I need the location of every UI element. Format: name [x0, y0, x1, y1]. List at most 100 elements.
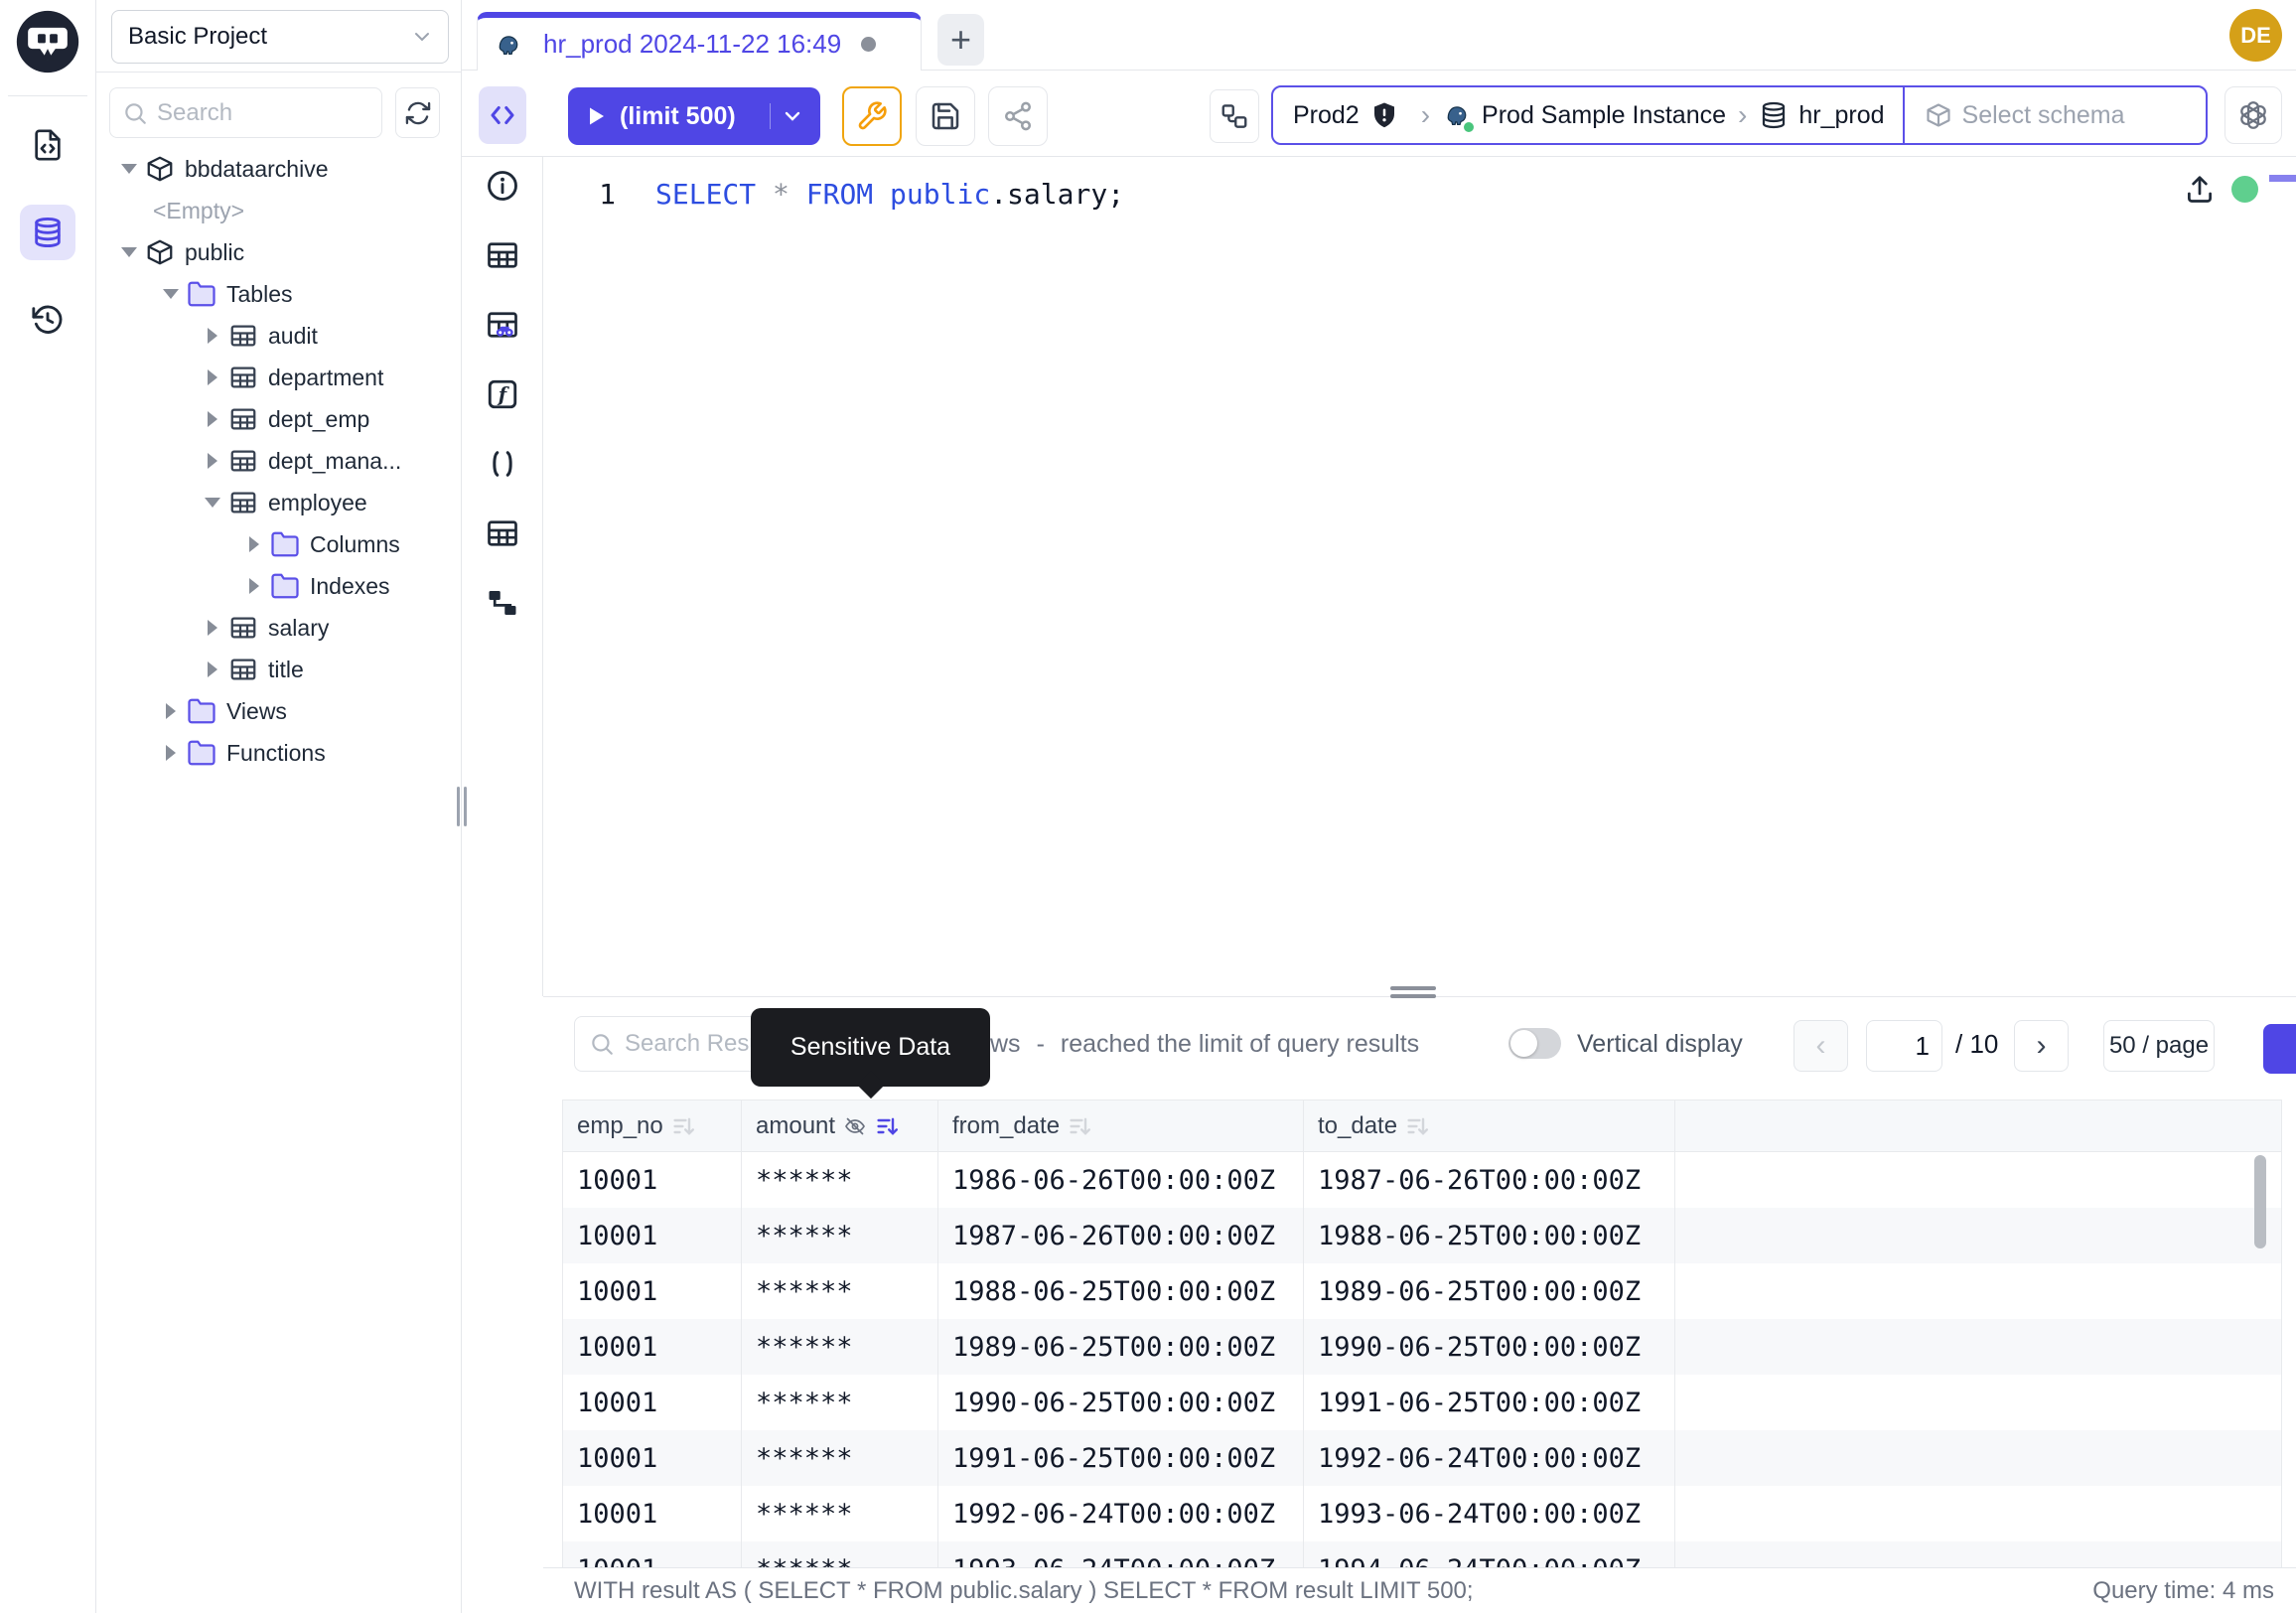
- sql-statement[interactable]: SELECT * FROM public.salary;: [655, 178, 1124, 211]
- tree-item-tables[interactable]: Tables: [96, 273, 462, 315]
- caret-right-icon[interactable]: [244, 576, 264, 596]
- caret-down-icon[interactable]: [161, 284, 181, 304]
- table-cell[interactable]: 1990-06-25T00:00:00Z: [938, 1375, 1304, 1430]
- table-cell[interactable]: 10001: [563, 1208, 742, 1263]
- table-cell[interactable]: 10001: [563, 1263, 742, 1319]
- table-cell[interactable]: [1675, 1375, 2282, 1430]
- table-cell[interactable]: 1987-06-26T00:00:00Z: [1304, 1152, 1675, 1208]
- table-cell[interactable]: 1989-06-25T00:00:00Z: [938, 1319, 1304, 1375]
- history-icon[interactable]: [20, 292, 75, 348]
- table-cell[interactable]: [1675, 1430, 2282, 1486]
- table-cell[interactable]: [1675, 1486, 2282, 1541]
- caret-down-icon[interactable]: [119, 242, 139, 262]
- tree-item-department[interactable]: department: [96, 357, 462, 398]
- table-cell[interactable]: ******: [742, 1263, 938, 1319]
- column-header-from_date[interactable]: from_date: [938, 1100, 1304, 1151]
- sensitive-columns-icon[interactable]: [485, 307, 520, 343]
- caret-right-icon[interactable]: [244, 534, 264, 554]
- table-cell[interactable]: ******: [742, 1375, 938, 1430]
- table-cell[interactable]: 1991-06-25T00:00:00Z: [1304, 1375, 1675, 1430]
- database-name[interactable]: hr_prod: [1798, 101, 1884, 130]
- table-cell[interactable]: [1675, 1152, 2282, 1208]
- table-cell[interactable]: ******: [742, 1208, 938, 1263]
- caret-right-icon[interactable]: [203, 367, 222, 387]
- vertical-display-toggle[interactable]: [1508, 1028, 1561, 1059]
- tree-item-functions[interactable]: Functions: [96, 732, 462, 774]
- parentheses-icon[interactable]: [485, 446, 520, 482]
- tree-item-salary[interactable]: salary: [96, 607, 462, 649]
- sort-icon[interactable]: [671, 1114, 695, 1138]
- tree-item-indexes[interactable]: Indexes: [96, 565, 462, 607]
- table-row[interactable]: 10001******1992-06-24T00:00:00Z1993-06-2…: [563, 1486, 2282, 1541]
- caret-right-icon[interactable]: [203, 618, 222, 638]
- table-cell[interactable]: 1986-06-26T00:00:00Z: [938, 1152, 1304, 1208]
- table-cell[interactable]: 1991-06-25T00:00:00Z: [938, 1430, 1304, 1486]
- table-row[interactable]: 10001******1989-06-25T00:00:00Z1990-06-2…: [563, 1319, 2282, 1375]
- caret-right-icon[interactable]: [161, 743, 181, 763]
- caret-right-icon[interactable]: [203, 660, 222, 679]
- sort-icon[interactable]: [1405, 1114, 1429, 1138]
- tree-search-input[interactable]: [157, 99, 369, 127]
- tree-item-views[interactable]: Views: [96, 690, 462, 732]
- function-icon[interactable]: f: [485, 376, 520, 412]
- environment-name[interactable]: Prod2: [1293, 101, 1360, 130]
- new-tab-button[interactable]: +: [937, 14, 984, 66]
- next-page-button[interactable]: ›: [2014, 1020, 2069, 1072]
- column-header-emp_no[interactable]: emp_no: [563, 1100, 742, 1151]
- refresh-icon[interactable]: [395, 87, 440, 138]
- prev-page-button[interactable]: ‹: [1794, 1020, 1848, 1072]
- table-cell[interactable]: 10001: [563, 1541, 742, 1568]
- tree-item-bbdataarchive[interactable]: bbdataarchive: [96, 148, 462, 190]
- instance-name[interactable]: Prod Sample Instance: [1482, 101, 1726, 130]
- table-cell[interactable]: 1987-06-26T00:00:00Z: [938, 1208, 1304, 1263]
- avatar[interactable]: DE: [2229, 9, 2282, 62]
- table-cell[interactable]: 1993-06-24T00:00:00Z: [1304, 1486, 1675, 1541]
- share-button[interactable]: [988, 86, 1048, 146]
- results-side-panel-button[interactable]: [2263, 1024, 2296, 1074]
- tree-item-audit[interactable]: audit: [96, 315, 462, 357]
- table-cell[interactable]: [1675, 1208, 2282, 1263]
- page-number-input[interactable]: [1867, 1021, 1941, 1071]
- table-scrollbar[interactable]: [2254, 1155, 2266, 1248]
- table-cell[interactable]: ******: [742, 1319, 938, 1375]
- caret-right-icon[interactable]: [203, 451, 222, 471]
- tree-item-title[interactable]: title: [96, 649, 462, 690]
- connection-panel-button[interactable]: [1210, 89, 1259, 143]
- table-cell[interactable]: 10001: [563, 1375, 742, 1430]
- connection-breadcrumb[interactable]: Prod2 › Prod Sample Instance › hr_prod S…: [1271, 85, 2208, 145]
- table-cell[interactable]: ******: [742, 1541, 938, 1568]
- project-selector[interactable]: Basic Project: [111, 10, 449, 64]
- code-line[interactable]: 1 SELECT * FROM public.salary;: [543, 171, 2296, 217]
- info-icon[interactable]: [485, 168, 520, 204]
- tree-item-public[interactable]: public: [96, 231, 462, 273]
- caret-right-icon[interactable]: [203, 409, 222, 429]
- column-header-amount[interactable]: amount: [742, 1100, 938, 1151]
- table-cell[interactable]: [1675, 1319, 2282, 1375]
- table-cell[interactable]: 10001: [563, 1152, 742, 1208]
- panel-resize-handle[interactable]: [457, 787, 467, 826]
- caret-right-icon[interactable]: [161, 701, 181, 721]
- table-row[interactable]: 10001******1991-06-25T00:00:00Z1992-06-2…: [563, 1430, 2282, 1486]
- sort-icon[interactable]: [1068, 1114, 1091, 1138]
- schema-selector[interactable]: Select schema: [1903, 87, 2206, 143]
- caret-right-icon[interactable]: [203, 326, 222, 346]
- table-cell[interactable]: ******: [742, 1152, 938, 1208]
- format-sql-button[interactable]: [842, 86, 902, 146]
- caret-down-icon[interactable]: [203, 493, 222, 513]
- bytebase-logo[interactable]: [14, 8, 81, 75]
- table-cell[interactable]: 1988-06-25T00:00:00Z: [1304, 1208, 1675, 1263]
- table-row[interactable]: 10001******1986-06-26T00:00:00Z1987-06-2…: [563, 1152, 2282, 1208]
- table-cell[interactable]: 10001: [563, 1430, 742, 1486]
- table-row[interactable]: 10001******1993-06-24T00:00:00Z1994-06-2…: [563, 1541, 2282, 1568]
- table-cell[interactable]: ******: [742, 1430, 938, 1486]
- table-cell[interactable]: [1675, 1541, 2282, 1568]
- table-data-icon[interactable]: [485, 515, 520, 551]
- column-header-to_date[interactable]: to_date: [1304, 1100, 1675, 1151]
- table-row[interactable]: 10001******1988-06-25T00:00:00Z1989-06-2…: [563, 1263, 2282, 1319]
- table-cell[interactable]: 10001: [563, 1486, 742, 1541]
- tree-item-employee[interactable]: employee: [96, 482, 462, 523]
- table-cell[interactable]: 1994-06-24T00:00:00Z: [1304, 1541, 1675, 1568]
- sql-editor[interactable]: 1 SELECT * FROM public.salary;: [543, 157, 2296, 996]
- table-cell[interactable]: 1992-06-24T00:00:00Z: [938, 1486, 1304, 1541]
- tree-item-dept-mana[interactable]: dept_mana...: [96, 440, 462, 482]
